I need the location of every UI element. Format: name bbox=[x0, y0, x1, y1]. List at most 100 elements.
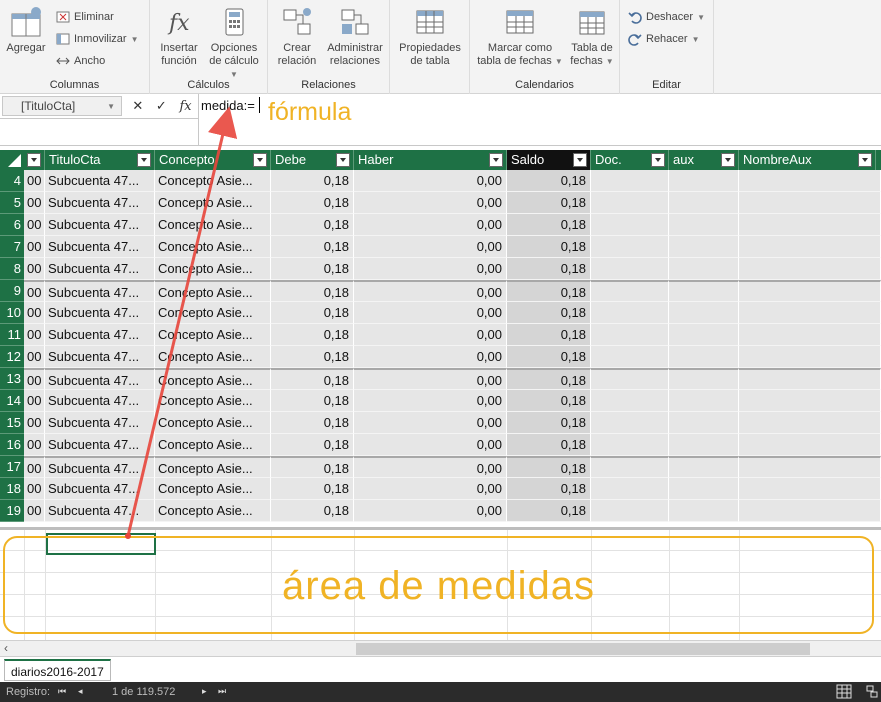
cell-concepto[interactable]: Concepto Asie... bbox=[155, 192, 271, 214]
column-header-aux[interactable]: aux bbox=[669, 150, 739, 170]
cell-aux[interactable] bbox=[669, 478, 739, 500]
cell-haber[interactable]: 0,00 bbox=[354, 302, 507, 324]
cell-nombreaux[interactable] bbox=[739, 500, 881, 522]
cell-aux[interactable] bbox=[669, 412, 739, 434]
cell-nombreaux[interactable] bbox=[739, 434, 881, 456]
cell-saldo[interactable]: 0,18 bbox=[507, 500, 591, 522]
cancel-icon[interactable]: ✕ bbox=[132, 98, 143, 114]
next-record-icon[interactable]: ▸ bbox=[202, 686, 207, 697]
cell-haber[interactable]: 0,00 bbox=[354, 280, 507, 302]
cell-titulocta[interactable]: Subcuenta 47... bbox=[45, 302, 155, 324]
cell-nombreaux[interactable] bbox=[739, 170, 881, 192]
cell-nombreaux[interactable] bbox=[739, 258, 881, 280]
select-all-corner[interactable] bbox=[0, 150, 24, 170]
cell-haber[interactable]: 0,00 bbox=[354, 434, 507, 456]
crear-relacion-button[interactable]: Crear relación bbox=[274, 6, 320, 68]
cell-saldo[interactable]: 0,18 bbox=[507, 236, 591, 258]
cell-concepto[interactable]: Concepto Asie... bbox=[155, 236, 271, 258]
filter-dropdown-icon[interactable] bbox=[489, 153, 503, 167]
row-number[interactable]: 4 bbox=[0, 170, 24, 192]
cell-concepto[interactable]: Concepto Asie... bbox=[155, 280, 271, 302]
cell-debe[interactable]: 0,18 bbox=[271, 412, 354, 434]
row-number[interactable]: 16 bbox=[0, 434, 24, 456]
last-record-icon[interactable]: ⏭ bbox=[218, 686, 226, 697]
table-row[interactable]: 6 00 Subcuenta 47... Concepto Asie... 0,18 0,… bbox=[0, 214, 881, 236]
cell-saldo[interactable]: 0,18 bbox=[507, 324, 591, 346]
cell-titulocta[interactable]: Subcuenta 47... bbox=[45, 478, 155, 500]
cell-prefix[interactable]: 00 bbox=[24, 192, 45, 214]
previous-record-icon[interactable]: ◂ bbox=[78, 686, 83, 697]
grid-view-icon[interactable] bbox=[836, 684, 852, 702]
cell-haber[interactable]: 0,00 bbox=[354, 236, 507, 258]
cell-debe[interactable]: 0,18 bbox=[271, 214, 354, 236]
cell-aux[interactable] bbox=[669, 368, 739, 390]
cell-titulocta[interactable]: Subcuenta 47... bbox=[45, 170, 155, 192]
cell-prefix[interactable]: 00 bbox=[24, 500, 45, 522]
cell-saldo[interactable]: 0,18 bbox=[507, 302, 591, 324]
cell-doc[interactable] bbox=[591, 368, 669, 390]
cell-saldo[interactable]: 0,18 bbox=[507, 346, 591, 368]
cell-titulocta[interactable]: Subcuenta 47... bbox=[45, 324, 155, 346]
cell-nombreaux[interactable] bbox=[739, 346, 881, 368]
cell-debe[interactable]: 0,18 bbox=[271, 192, 354, 214]
row-number[interactable]: 7 bbox=[0, 236, 24, 258]
cell-prefix[interactable]: 00 bbox=[24, 258, 45, 280]
rehacer-button[interactable]: Rehacer ▼ bbox=[628, 30, 700, 48]
cell-debe[interactable]: 0,18 bbox=[271, 500, 354, 522]
cell-doc[interactable] bbox=[591, 412, 669, 434]
filter-dropdown-icon[interactable] bbox=[858, 153, 872, 167]
inmovilizar-button[interactable]: Inmovilizar ▼ bbox=[56, 30, 139, 48]
filter-dropdown-icon[interactable] bbox=[721, 153, 735, 167]
cell-aux[interactable] bbox=[669, 500, 739, 522]
diagram-view-icon[interactable] bbox=[866, 685, 878, 701]
cell-concepto[interactable]: Concepto Asie... bbox=[155, 390, 271, 412]
row-number[interactable]: 6 bbox=[0, 214, 24, 236]
cell-nombreaux[interactable] bbox=[739, 214, 881, 236]
row-number[interactable]: 15 bbox=[0, 412, 24, 434]
table-row[interactable]: 7 00 Subcuenta 47... Concepto Asie... 0,18 0,… bbox=[0, 236, 881, 258]
cell-doc[interactable] bbox=[591, 478, 669, 500]
table-row[interactable]: 9 00 Subcuenta 47... Concepto Asie... 0,18 0,… bbox=[0, 280, 881, 302]
cell-concepto[interactable]: Concepto Asie... bbox=[155, 478, 271, 500]
cell-titulocta[interactable]: Subcuenta 47... bbox=[45, 346, 155, 368]
cell-concepto[interactable]: Concepto Asie... bbox=[155, 170, 271, 192]
row-number[interactable]: 13 bbox=[0, 368, 24, 390]
row-number[interactable]: 9 bbox=[0, 280, 24, 302]
cell-nombreaux[interactable] bbox=[739, 368, 881, 390]
row-number[interactable]: 14 bbox=[0, 390, 24, 412]
cell-prefix[interactable]: 00 bbox=[24, 478, 45, 500]
cell-haber[interactable]: 0,00 bbox=[354, 170, 507, 192]
administrar-relaciones-button[interactable]: Administrar relaciones bbox=[322, 6, 388, 68]
cell-nombreaux[interactable] bbox=[739, 324, 881, 346]
cell-doc[interactable] bbox=[591, 434, 669, 456]
marcar-tabla-fechas-button[interactable]: Marcar como tabla de fechas ▼ bbox=[474, 6, 566, 68]
cell-aux[interactable] bbox=[669, 434, 739, 456]
eliminar-button[interactable]: Eliminar bbox=[56, 8, 114, 26]
cell-concepto[interactable]: Concepto Asie... bbox=[155, 346, 271, 368]
column-header-nombreaux[interactable]: NombreAux bbox=[739, 150, 876, 170]
opciones-calculo-button[interactable]: Opciones de cálculo ▼ bbox=[204, 6, 264, 81]
cell-debe[interactable]: 0,18 bbox=[271, 390, 354, 412]
cell-doc[interactable] bbox=[591, 236, 669, 258]
cell-titulocta[interactable]: Subcuenta 47... bbox=[45, 390, 155, 412]
first-record-icon[interactable]: ⏮ bbox=[58, 686, 66, 697]
cell-saldo[interactable]: 0,18 bbox=[507, 368, 591, 390]
cell-haber[interactable]: 0,00 bbox=[354, 412, 507, 434]
fx-icon[interactable]: fx bbox=[179, 99, 191, 114]
cell-saldo[interactable]: 0,18 bbox=[507, 214, 591, 236]
cell-haber[interactable]: 0,00 bbox=[354, 500, 507, 522]
cell-haber[interactable]: 0,00 bbox=[354, 456, 507, 478]
cell-titulocta[interactable]: Subcuenta 47... bbox=[45, 280, 155, 302]
cell-concepto[interactable]: Concepto Asie... bbox=[155, 412, 271, 434]
table-row[interactable]: 11 00 Subcuenta 47... Concepto Asie... 0,18 0… bbox=[0, 324, 881, 346]
cell-doc[interactable] bbox=[591, 258, 669, 280]
cell-concepto[interactable]: Concepto Asie... bbox=[155, 368, 271, 390]
table-row[interactable]: 16 00 Subcuenta 47... Concepto Asie... 0,18 0… bbox=[0, 434, 881, 456]
cell-titulocta[interactable]: Subcuenta 47... bbox=[45, 192, 155, 214]
cell-titulocta[interactable]: Subcuenta 47... bbox=[45, 434, 155, 456]
cell-debe[interactable]: 0,18 bbox=[271, 434, 354, 456]
table-row[interactable]: 8 00 Subcuenta 47... Concepto Asie... 0,18 0,… bbox=[0, 258, 881, 280]
table-row[interactable]: 4 00 Subcuenta 47... Concepto Asie... 0,18 0,… bbox=[0, 170, 881, 192]
cell-debe[interactable]: 0,18 bbox=[271, 478, 354, 500]
table-row[interactable]: 13 00 Subcuenta 47... Concepto Asie... 0,18 0… bbox=[0, 368, 881, 390]
